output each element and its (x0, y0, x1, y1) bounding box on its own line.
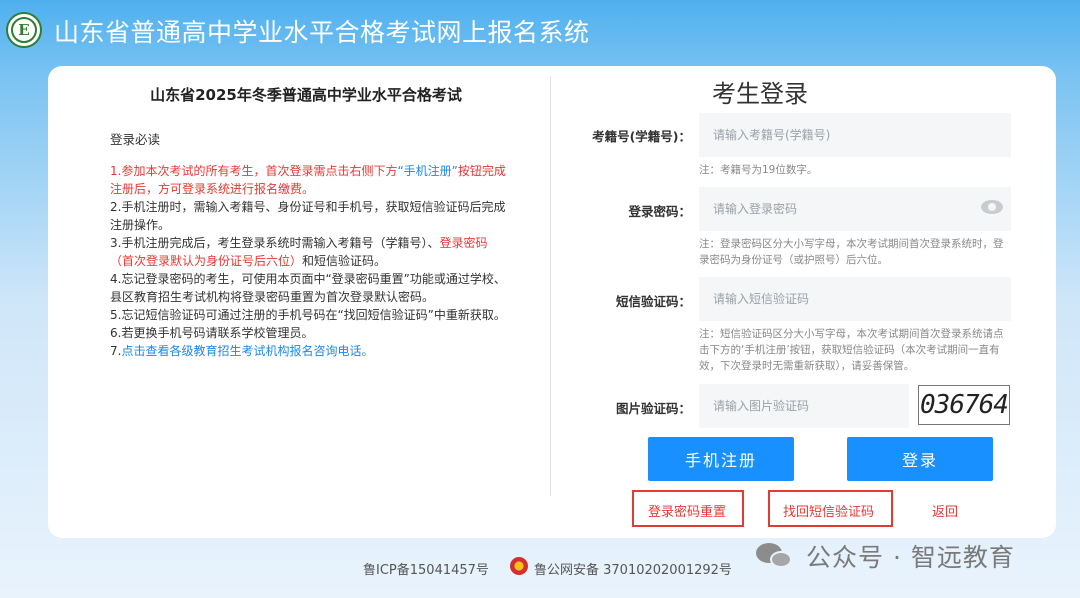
notice-link[interactable]: 点击查看各级教育招生考试机构报名咨询电话。 (121, 344, 373, 358)
captcha-image[interactable]: 036764 (918, 385, 1010, 425)
notice-item: 6.若更换手机号码请联系学校管理员。 (110, 324, 506, 342)
notice-item: 3.手机注册完成后，考生登录系统时需输入考籍号（学籍号）、登录密码（首次登录默认… (110, 234, 506, 270)
show-password-eye-icon[interactable] (981, 200, 1003, 214)
notice-text: 6.若更换手机号码请联系学校管理员。 (110, 326, 314, 340)
login-button[interactable]: 登录 (847, 437, 993, 481)
captcha-label: 图片验证码： (615, 401, 691, 416)
site-title: 山东省普通高中学业水平合格考试网上报名系统 (54, 18, 590, 47)
sms-code-hint: 注：短信验证码区分大小写字母，本次考试期间首次登录系统请点击下方的‘手机注册’按… (699, 328, 1004, 372)
reset-password-link[interactable]: 登录密码重置 (648, 501, 726, 520)
icp-record[interactable]: 鲁ICP备15041457号 (363, 559, 489, 578)
notice-item: 7.点击查看各级教育招生考试机构报名咨询电话。 (110, 342, 506, 360)
wechat-icon (756, 541, 796, 571)
notice-item: 2.手机注册时，需输入考籍号、身份证号和手机号，获取短信验证码后完成注册操作。 (110, 198, 506, 234)
notice-text: 7. (110, 344, 122, 358)
notice-text: 4.忘记登录密码的考生，可使用本页面中“登录密码重置”功能或通过学校、县区教育招… (110, 272, 506, 304)
notice-text: 和短信验证码。 (302, 254, 387, 268)
notice-text: 2.手机注册时，需输入考籍号、身份证号和手机号，获取短信验证码后完成注册操作。 (110, 200, 506, 232)
password-label: 登录密码： (628, 204, 691, 219)
police-badge-icon (510, 557, 528, 575)
header: E 山东省普通高中学业水平合格考试网上报名系统 (0, 0, 1080, 62)
login-title: 考生登录 (712, 80, 808, 108)
notice-link[interactable]: “手机注册” (397, 164, 457, 178)
police-record[interactable]: 鲁公网安备 37010202001292号 (534, 559, 732, 578)
sms-code-label: 短信验证码： (615, 294, 691, 309)
captcha-input[interactable] (699, 384, 909, 428)
phone-register-button[interactable]: 手机注册 (648, 437, 794, 481)
notice-item: 5.忘记短信验证码可通过注册的手机号码在“找回短信验证码”中重新获取。 (110, 306, 506, 324)
notice-text: 3.手机注册完成后，考生登录系统时需输入考籍号（学籍号）、 (110, 236, 440, 250)
notice-text: 5.忘记短信验证码可通过注册的手机号码在“找回短信验证码”中重新获取。 (110, 308, 506, 322)
notice-item: 4.忘记登录密码的考生，可使用本页面中“登录密码重置”功能或通过学校、县区教育招… (110, 270, 506, 306)
watermark-text: 公众号 · 智远教育 (806, 543, 1015, 572)
exam-id-hint: 注：考籍号为19位数字。 (699, 164, 818, 176)
logo: E (6, 12, 42, 48)
password-input[interactable] (699, 187, 1011, 231)
notice-item: 1.参加本次考试的所有考生，首次登录需点击右侧下方“手机注册”按钮完成注册后，方… (110, 162, 506, 198)
exam-id-input[interactable] (699, 113, 1011, 157)
back-link[interactable]: 返回 (932, 501, 958, 520)
notice-text: 1.参加本次考试的所有考生，首次登录需点击右侧下方 (110, 164, 398, 178)
recover-sms-link[interactable]: 找回短信验证码 (783, 501, 874, 520)
sms-code-input[interactable] (699, 277, 1011, 321)
notice-panel: 山东省2025年冬季普通高中学业水平合格考试 登录必读 1.参加本次考试的所有考… (110, 84, 506, 360)
notice-list: 1.参加本次考试的所有考生，首次登录需点击右侧下方“手机注册”按钮完成注册后，方… (110, 162, 506, 360)
exam-title: 山东省2025年冬季普通高中学业水平合格考试 (150, 86, 462, 104)
watermark: 公众号 · 智远教育 (756, 535, 1015, 577)
logo-emblem-icon: E (11, 17, 37, 43)
password-hint: 注：登录密码区分大小写字母，本次考试期间首次登录系统时，登录密码为身份证号（或护… (699, 238, 1004, 266)
notice-heading: 登录必读 (110, 132, 161, 147)
exam-id-label: 考籍号(学籍号)： (592, 129, 691, 144)
